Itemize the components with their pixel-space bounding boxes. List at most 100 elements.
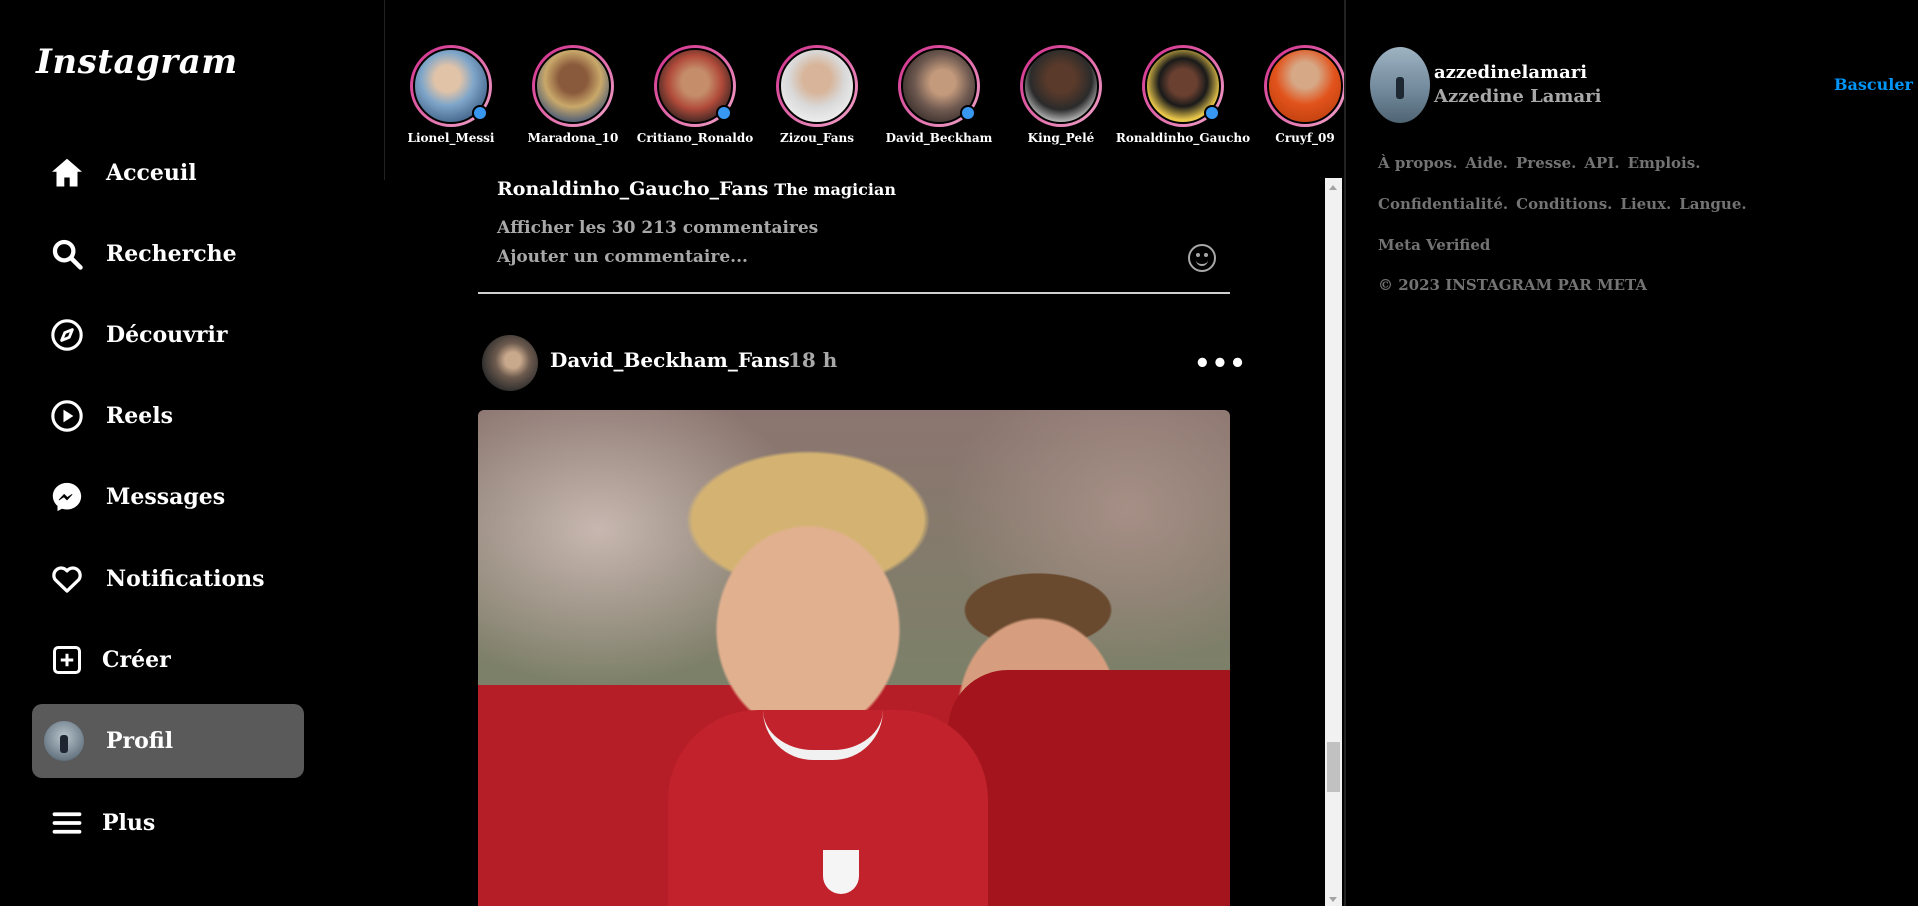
sidebar-item-label: Notifications [106, 566, 265, 592]
footer-link[interactable]: Lieux. [1620, 195, 1671, 213]
story-username: Cruyf_09 [1275, 131, 1335, 145]
story-item[interactable]: Lionel_Messi [390, 45, 512, 145]
sidebar-item-label: Reels [106, 403, 174, 429]
sidebar-item-label: Plus [102, 810, 156, 836]
footer-link[interactable]: API. [1584, 154, 1619, 172]
story-avatar [1267, 48, 1343, 124]
footer-links: À propos. Aide. Presse. API. Emplois. [1378, 154, 1708, 172]
sidebar-item-label: Découvrir [106, 322, 228, 348]
sidebar-item-label: Messages [106, 484, 226, 510]
view-comments-link[interactable]: Afficher les 30 213 commentaires [497, 218, 818, 238]
sidebar-item-label: Profil [106, 728, 174, 754]
sidebar-item-notifications[interactable]: Notifications [32, 542, 304, 616]
story-username: Critiano_Ronaldo [636, 131, 754, 145]
story-avatar [1023, 48, 1099, 124]
story-username: King_Pelé [1027, 131, 1095, 145]
footer-link[interactable]: Aide. [1465, 154, 1508, 172]
compass-icon [48, 316, 86, 354]
scroll-down-icon[interactable] [1329, 897, 1337, 902]
post-header: David_Beckham_Fans 18 h ••• [482, 335, 1246, 391]
post-caption: Ronaldinho_Gaucho_Fans The magician [497, 178, 896, 200]
story-username: Lionel_Messi [407, 131, 495, 145]
heart-icon [48, 560, 86, 598]
menu-icon [48, 804, 86, 842]
sidebar-item-label: Créer [102, 647, 171, 673]
sidebar-item-reels[interactable]: Reels [32, 379, 304, 453]
scroll-up-icon[interactable] [1329, 185, 1337, 190]
sidebar-item-label: Acceuil [106, 160, 197, 186]
instagram-logo[interactable]: Instagram [36, 42, 238, 82]
story-item[interactable]: David_Beckham [878, 45, 1000, 145]
caption-text: The magician [774, 180, 896, 199]
sidebar-item-profile[interactable]: Profil [32, 704, 304, 778]
right-panel: azzedinelamari Azzedine Lamari Basculer … [1346, 0, 1918, 906]
story-item[interactable]: Maradona_10 [512, 45, 634, 145]
verified-badge-icon [472, 105, 488, 121]
more-options-icon[interactable]: ••• [1194, 351, 1247, 377]
footer-link[interactable]: Meta Verified [1378, 236, 1490, 254]
story-avatar [779, 48, 855, 124]
switch-account-link[interactable]: Basculer [1834, 75, 1913, 94]
story-username: Maradona_10 [527, 131, 619, 145]
post-timestamp: 18 h [788, 348, 838, 372]
post-username[interactable]: David_Beckham_Fans [550, 348, 790, 372]
caption-username[interactable]: Ronaldinho_Gaucho_Fans [497, 178, 768, 200]
copyright-text: © 2023 INSTAGRAM PAR META [1378, 276, 1648, 294]
sidebar-item-home[interactable]: Acceuil [32, 136, 304, 210]
story-item[interactable]: Critiano_Ronaldo [634, 45, 756, 145]
stories-tray: Lionel_Messi Maradona_10 Critiano_Ronald… [390, 45, 1346, 155]
sidebar-item-messages[interactable]: Messages [32, 460, 304, 534]
story-username: Ronaldinho_Gaucho [1115, 131, 1251, 145]
avatar[interactable] [482, 335, 538, 391]
sidebar-item-create[interactable]: Créer [32, 623, 304, 697]
avatar[interactable] [1370, 47, 1430, 123]
story-ring [1142, 45, 1224, 127]
footer-link[interactable]: Presse. [1516, 154, 1576, 172]
story-ring [654, 45, 736, 127]
feed-scrollbar[interactable] [1325, 178, 1342, 906]
sidebar-item-more[interactable]: Plus [32, 786, 304, 860]
sidebar: Instagram Acceuil Recherche Découvrir Re… [0, 0, 385, 906]
image-detail [948, 670, 1230, 906]
scrollbar-thumb[interactable] [1327, 742, 1340, 792]
home-icon [48, 154, 86, 192]
footer-link[interactable]: Confidentialité. [1378, 195, 1508, 213]
story-item[interactable]: Zizou_Fans [756, 45, 878, 145]
reels-icon [48, 397, 86, 435]
story-ring [532, 45, 614, 127]
footer-link[interactable]: Conditions. [1516, 195, 1612, 213]
avatar [44, 721, 84, 761]
sidebar-item-label: Recherche [106, 241, 237, 267]
story-username: David_Beckham [885, 131, 993, 145]
footer-link[interactable]: À propos. [1378, 154, 1457, 172]
verified-badge-icon [960, 105, 976, 121]
plus-square-icon [48, 641, 86, 679]
story-ring [410, 45, 492, 127]
story-ring [898, 45, 980, 127]
post-image[interactable] [478, 410, 1230, 906]
feed: Ronaldinho_Gaucho_Fans The magician Affic… [478, 178, 1246, 906]
footer-link[interactable]: Langue. [1679, 195, 1746, 213]
footer-links: Confidentialité. Conditions. Lieux. Lang… [1378, 195, 1755, 213]
messenger-icon [48, 478, 86, 516]
sidebar-item-search[interactable]: Recherche [32, 217, 304, 291]
story-avatar [535, 48, 611, 124]
verified-badge-icon [716, 105, 732, 121]
story-item[interactable]: King_Pelé [1000, 45, 1122, 145]
footer-link[interactable]: Emplois. [1628, 154, 1701, 172]
divider [384, 0, 385, 180]
profile-username[interactable]: azzedinelamari [1434, 62, 1587, 83]
emoji-icon[interactable] [1188, 244, 1216, 272]
sidebar-item-explore[interactable]: Découvrir [32, 298, 304, 372]
comment-input[interactable]: Ajouter un commentaire... [497, 247, 748, 267]
verified-badge-icon [1204, 105, 1220, 121]
profile-fullname: Azzedine Lamari [1434, 86, 1602, 107]
story-ring [1020, 45, 1102, 127]
image-detail [823, 850, 859, 894]
search-icon [48, 235, 86, 273]
story-ring [1264, 45, 1346, 127]
story-item[interactable]: Ronaldinho_Gaucho [1116, 45, 1250, 145]
story-username: Zizou_Fans [780, 131, 854, 145]
story-ring [776, 45, 858, 127]
footer-links: Meta Verified [1378, 236, 1498, 254]
